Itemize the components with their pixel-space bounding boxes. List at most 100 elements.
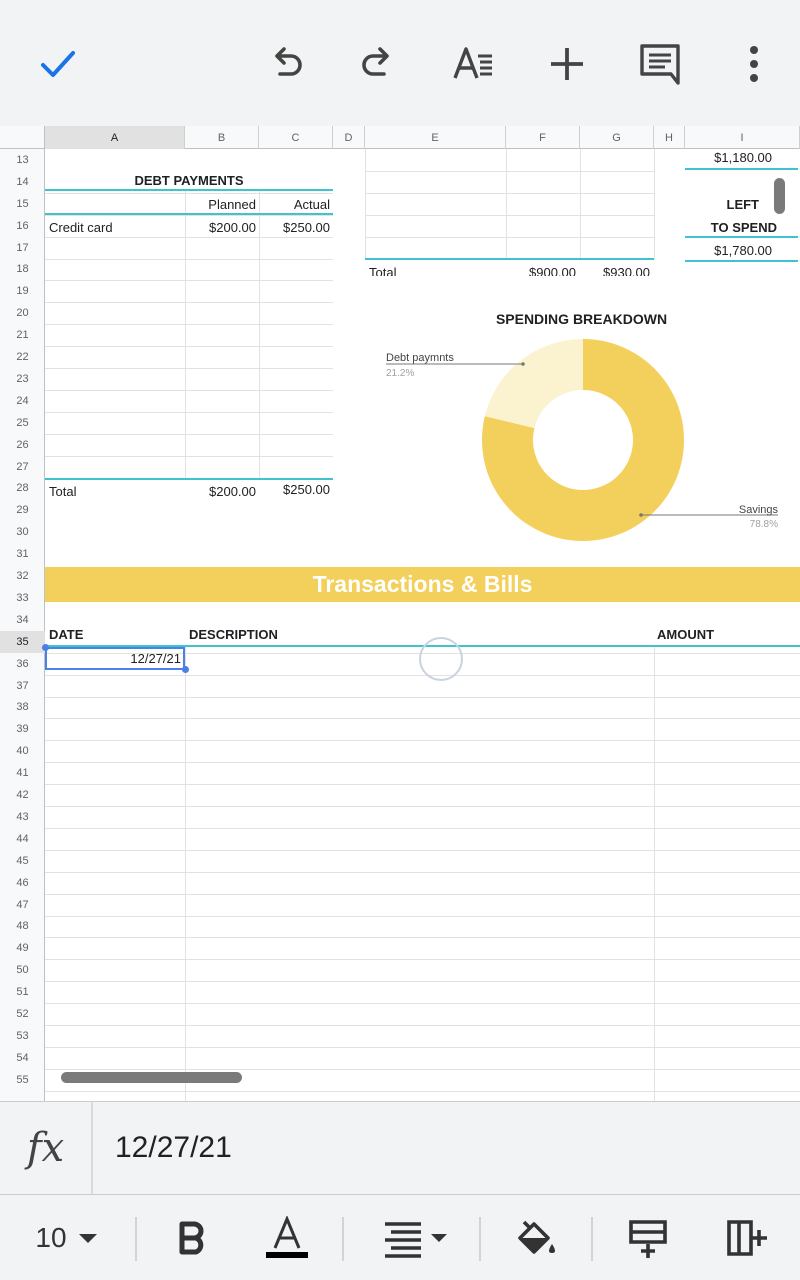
row-header[interactable]: 49 [0, 937, 45, 959]
row-header[interactable]: 14 [0, 171, 45, 193]
row-header[interactable]: 45 [0, 850, 45, 872]
font-size-button[interactable]: 10 [24, 1195, 114, 1280]
row-header[interactable]: 52 [0, 1003, 45, 1025]
amount-header[interactable]: AMOUNT [657, 627, 714, 642]
row-header[interactable]: 53 [0, 1025, 45, 1047]
grid-line [45, 368, 333, 369]
row-header[interactable]: 29 [0, 499, 45, 521]
debt-total-label[interactable]: Total [49, 484, 183, 499]
bold-button[interactable] [166, 1195, 220, 1280]
row-header[interactable]: 44 [0, 828, 45, 850]
insert-button[interactable] [535, 32, 599, 96]
slice-debt-payments[interactable] [484, 339, 583, 429]
more-options-button[interactable] [722, 32, 786, 96]
row-header[interactable]: 33 [0, 587, 45, 609]
select-all-corner[interactable] [0, 126, 45, 149]
row-header[interactable]: 50 [0, 959, 45, 981]
row-header[interactable]: 27 [0, 456, 45, 478]
row-header[interactable]: 47 [0, 894, 45, 916]
row-header[interactable]: 43 [0, 806, 45, 828]
left-to-spend-value[interactable]: $1,780.00 [685, 243, 772, 258]
row-header[interactable]: 20 [0, 302, 45, 324]
column-header-i[interactable]: I [685, 126, 800, 149]
function-icon[interactable]: fx [0, 1102, 93, 1194]
row-header[interactable]: 15 [0, 193, 45, 215]
grid-line [365, 192, 654, 194]
debt-item-planned[interactable]: $200.00 [185, 220, 256, 235]
redo-button[interactable] [346, 32, 410, 96]
row-header[interactable]: 54 [0, 1047, 45, 1069]
sheet-grid[interactable]: A B C D E F G H I 13 14 15 16 17 18 19 20 21 22 23… [0, 126, 800, 1101]
row-header[interactable]: 13 [0, 149, 45, 171]
description-header[interactable]: DESCRIPTION [189, 627, 278, 642]
undo-button[interactable] [254, 32, 318, 96]
insert-row-button[interactable] [620, 1195, 676, 1280]
cell-selection[interactable] [45, 647, 185, 670]
debt-item-label[interactable]: Credit card [49, 220, 183, 235]
grid-line [45, 849, 800, 851]
fill-color-button[interactable] [508, 1195, 564, 1280]
row-header[interactable]: 32 [0, 565, 45, 587]
row-header[interactable]: 22 [0, 346, 45, 368]
done-button[interactable] [26, 32, 90, 96]
column-header-f[interactable]: F [506, 126, 580, 149]
row-header[interactable]: 25 [0, 412, 45, 434]
debt-total-actual[interactable]: $250.00 [259, 482, 330, 497]
row-header[interactable]: 40 [0, 740, 45, 762]
row-header[interactable]: 42 [0, 784, 45, 806]
text-format-button[interactable] [442, 32, 506, 96]
grid-line [45, 1003, 800, 1005]
selection-handle-end[interactable] [182, 666, 189, 673]
grid-line [45, 455, 333, 457]
selection-handle-start[interactable] [42, 644, 49, 651]
grid-line [45, 762, 800, 764]
date-header[interactable]: DATE [49, 627, 83, 642]
insert-column-button[interactable] [718, 1195, 774, 1280]
grid-line [45, 389, 333, 391]
grid-line [580, 149, 581, 259]
row-header[interactable]: 21 [0, 324, 45, 346]
row-header[interactable]: 37 [0, 675, 45, 697]
formula-input[interactable]: 12/27/21 [115, 1102, 232, 1194]
column-header-b[interactable]: B [185, 126, 259, 149]
horizontal-scrollbar[interactable] [61, 1072, 242, 1083]
left-to-spend-label-1: LEFT [726, 197, 760, 212]
text-color-button[interactable] [258, 1195, 316, 1280]
column-header-g[interactable]: G [580, 126, 654, 149]
row-header[interactable]: 38 [0, 697, 45, 719]
spending-chart[interactable]: SPENDING BREAKDOWN Debt paymnts 21.2% Sa… [365, 276, 798, 542]
row-header[interactable]: 48 [0, 916, 45, 938]
column-header-d[interactable]: D [333, 126, 365, 149]
vertical-scrollbar[interactable] [774, 178, 785, 214]
row-header[interactable]: 28 [0, 478, 45, 500]
row-header[interactable]: 17 [0, 237, 45, 259]
row-header[interactable]: 36 [0, 653, 45, 675]
comment-button[interactable] [628, 32, 692, 96]
row-header[interactable]: 24 [0, 390, 45, 412]
row-header[interactable]: 39 [0, 718, 45, 740]
row-header[interactable]: 46 [0, 872, 45, 894]
summary-top-value[interactable]: $1,180.00 [685, 150, 772, 165]
row-header[interactable]: 26 [0, 434, 45, 456]
align-button[interactable] [372, 1195, 452, 1280]
column-header-c[interactable]: C [259, 126, 333, 149]
debt-actual-header: Actual [293, 197, 330, 212]
row-header[interactable]: 55 [0, 1069, 45, 1091]
column-header-h[interactable]: H [654, 126, 685, 149]
row-header[interactable]: 35 [0, 630, 45, 653]
debt-item-actual[interactable]: $250.00 [259, 220, 330, 235]
row-header[interactable]: 51 [0, 981, 45, 1003]
row-header[interactable]: 19 [0, 280, 45, 302]
row-header[interactable]: 41 [0, 762, 45, 784]
row-header[interactable]: 30 [0, 521, 45, 543]
right-table-total-line [365, 258, 654, 260]
row-header[interactable]: 31 [0, 543, 45, 565]
row-header[interactable]: 16 [0, 215, 45, 237]
row-header[interactable]: 23 [0, 368, 45, 390]
row-header[interactable]: 34 [0, 609, 45, 631]
debt-header-underline [45, 213, 333, 215]
column-header-a[interactable]: A [45, 126, 185, 149]
debt-total-planned[interactable]: $200.00 [185, 484, 256, 499]
column-header-e[interactable]: E [365, 126, 506, 149]
row-header[interactable]: 18 [0, 259, 45, 281]
